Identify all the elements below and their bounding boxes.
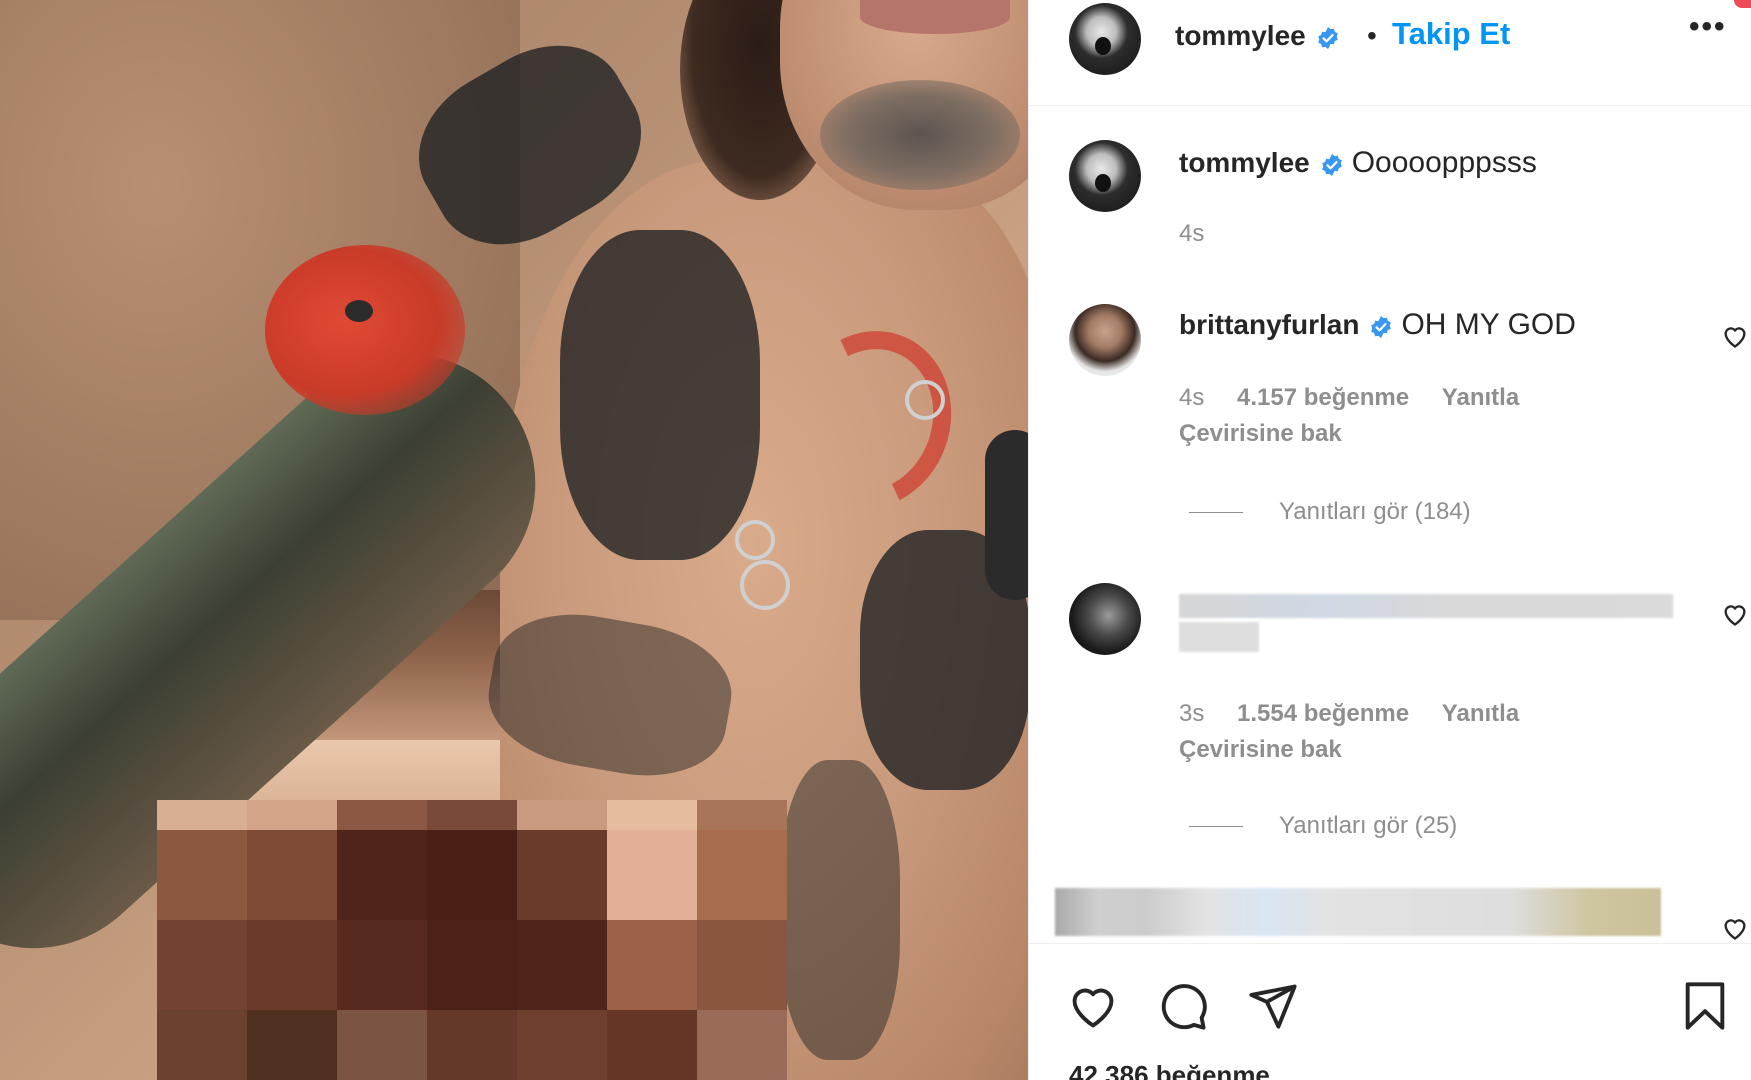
tattoo-koi-fish [265, 245, 465, 415]
commenter-avatar[interactable] [1069, 304, 1141, 376]
photo-dark-shape [985, 430, 1028, 600]
view-replies-button[interactable]: Yanıtları gör (25) [1189, 812, 1457, 840]
blurred-comment-line [1055, 888, 1661, 936]
author-username[interactable]: tommylee [1175, 20, 1306, 51]
separator-dot: • [1367, 20, 1377, 51]
post-header: tommylee • Takip Et ••• [1029, 0, 1751, 106]
post-like-count[interactable]: 42.386 beğenme [1069, 1060, 1270, 1080]
view-replies-button[interactable]: Yanıtları gör (184) [1189, 498, 1471, 526]
reply-button[interactable]: Yanıtla [1442, 384, 1519, 411]
more-options-icon[interactable]: ••• [1689, 10, 1727, 44]
view-replies-label: Yanıtları gör (184) [1279, 498, 1471, 525]
caption-meta: 4s [1179, 220, 1230, 248]
comment-age[interactable]: 3s [1179, 700, 1204, 727]
heart-icon[interactable] [1067, 980, 1119, 1032]
verified-badge-icon [1317, 26, 1338, 49]
tattoo-chest-left [560, 230, 760, 560]
follow-button[interactable]: Takip Et [1392, 16, 1510, 52]
blurred-comment-line [1179, 594, 1673, 618]
view-replies-label: Yanıtları gör (25) [1279, 812, 1458, 839]
verified-badge-icon [1321, 153, 1342, 176]
post-sidebar: tommylee • Takip Et ••• tommylee Oooooppp… [1028, 0, 1751, 1080]
notification-corner [1734, 0, 1751, 8]
caption-age[interactable]: 4s [1179, 220, 1204, 247]
paper-plane-icon[interactable] [1247, 980, 1299, 1032]
tattoo-koi-eye [345, 300, 373, 322]
comment-text: OH MY GOD [1401, 308, 1576, 341]
comment-meta: 4s 4.157 beğenme Yanıtla [1179, 384, 1545, 412]
necklace-ring [905, 380, 945, 420]
caption-text: Ooooopppsss [1351, 146, 1537, 179]
necklace-ring [735, 520, 775, 560]
censor-pixelation [157, 800, 787, 1080]
comment-meta: 3s 1.554 beğenme Yanıtla [1179, 700, 1545, 728]
author-username-row: tommylee [1175, 20, 1348, 52]
tattoo-lower [780, 760, 900, 1060]
reply-button[interactable]: Yanıtla [1442, 700, 1519, 727]
comment-like-heart-icon[interactable] [1721, 914, 1749, 942]
comment-like-heart-icon[interactable] [1721, 600, 1749, 628]
comment-bubble-icon[interactable] [1157, 980, 1209, 1032]
replies-dash [1189, 512, 1243, 514]
see-translation-button[interactable]: Çevirisine bak [1179, 736, 1342, 764]
comment-like-count[interactable]: 4.157 beğenme [1237, 384, 1409, 411]
comment-like-heart-icon[interactable] [1721, 322, 1749, 350]
photo-beard [820, 80, 1020, 190]
replies-dash [1189, 826, 1243, 828]
blurred-comment-line [1179, 622, 1259, 652]
caption-line: tommylee Ooooopppsss [1179, 146, 1537, 180]
post-photo[interactable] [0, 0, 1028, 1080]
comment-like-count[interactable]: 1.554 beğenme [1237, 700, 1409, 727]
comment-line: brittanyfurlan OH MY GOD [1179, 308, 1576, 342]
commenter-avatar[interactable] [1069, 583, 1141, 655]
caption-username[interactable]: tommylee [1179, 147, 1310, 178]
verified-badge-icon [1371, 315, 1392, 338]
photo-lips [860, 0, 1010, 34]
comment-age[interactable]: 4s [1179, 384, 1204, 411]
commenter-username[interactable]: brittanyfurlan [1179, 309, 1359, 340]
necklace-ring [740, 560, 790, 610]
see-translation-button[interactable]: Çevirisine bak [1179, 420, 1342, 448]
caption-avatar[interactable] [1069, 140, 1141, 212]
author-avatar[interactable] [1069, 3, 1141, 75]
bookmark-icon[interactable] [1679, 980, 1731, 1032]
